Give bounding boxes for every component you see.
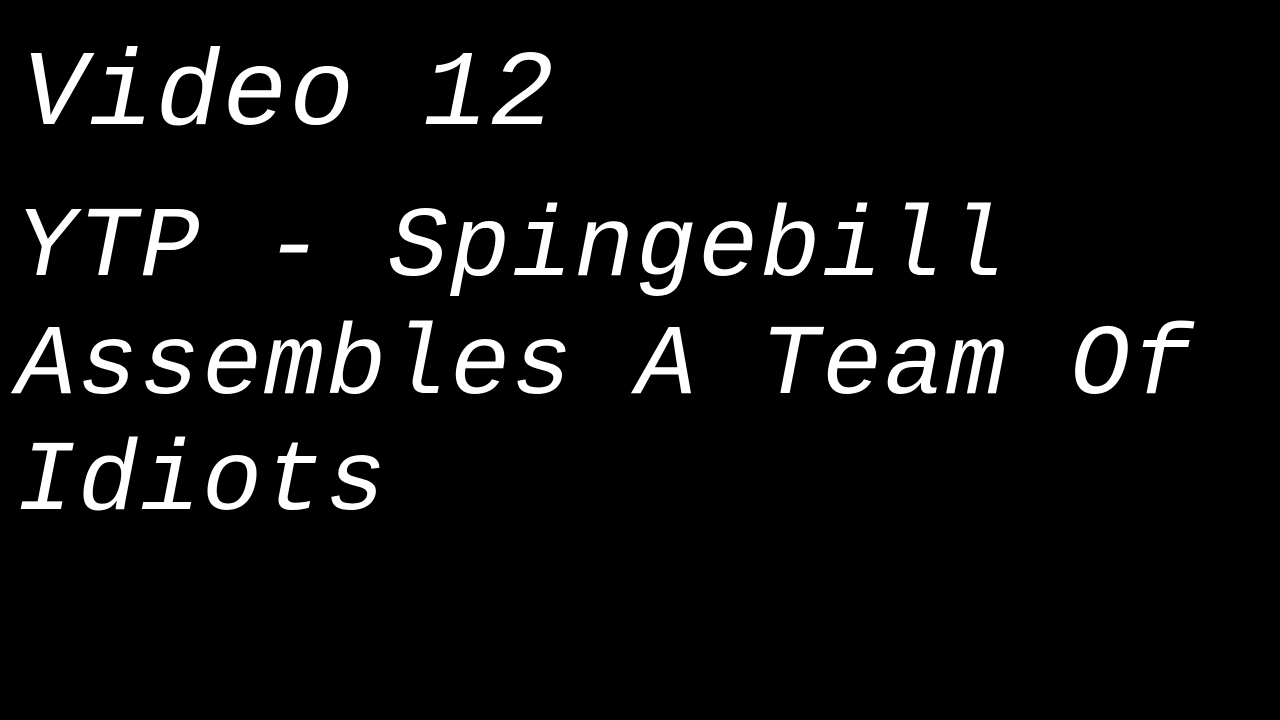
video-title-line-3: Idiots: [16, 427, 389, 540]
video-title-line-2: Assembles A Team Of: [16, 311, 1195, 424]
title-card: Video 12 YTP - Spingebill Assembles A Te…: [0, 0, 1280, 720]
video-title-line-1: YTP - Spingebill: [16, 193, 1009, 306]
video-number-heading: Video 12: [22, 35, 557, 157]
